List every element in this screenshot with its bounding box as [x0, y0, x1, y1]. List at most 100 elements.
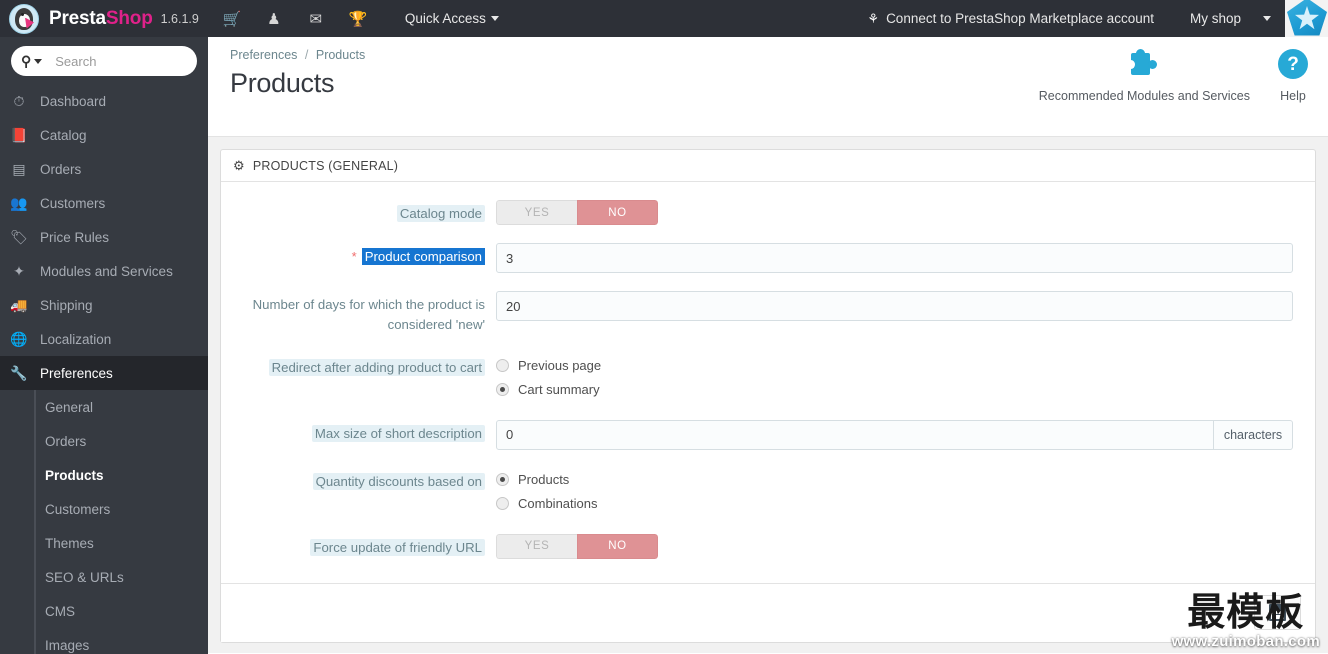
puzzle-piece-icon: [1127, 49, 1161, 79]
sidebar-subitem-products[interactable]: Products: [36, 458, 208, 492]
help-icon: ?: [1278, 49, 1308, 79]
employee-avatar[interactable]: [1285, 0, 1328, 37]
marketplace-icon: ⚘: [867, 10, 880, 26]
sidebar-item-dashboard[interactable]: ⏱ Dashboard: [0, 84, 208, 118]
force-friendly-url-control: YES NO: [496, 533, 1315, 559]
quantity-discounts-label: Quantity discounts based on: [312, 472, 485, 490]
sidebar-item-price-rules[interactable]: 🏷 Price Rules: [0, 220, 208, 254]
top-bar: PrestaShop 1.6.1.9 🛒 ♟ ✉ 🏆 Quick Access …: [0, 0, 1328, 37]
help-label: Help: [1280, 89, 1306, 103]
max-short-description-input-group: characters: [496, 419, 1293, 450]
breadcrumb-parent[interactable]: Preferences: [230, 48, 297, 62]
top-bar-right: ⚘ Connect to PrestaShop Marketplace acco…: [867, 0, 1328, 37]
new-days-input[interactable]: [496, 291, 1293, 321]
redirect-after-add-label: Redirect after adding product to cart: [268, 358, 485, 376]
trophy-icon[interactable]: 🏆: [349, 0, 368, 37]
radio-icon[interactable]: [496, 497, 509, 511]
max-short-description-input[interactable]: [496, 419, 1214, 450]
radio-icon-selected[interactable]: [496, 473, 509, 487]
sidebar-subitem-general[interactable]: General: [36, 390, 208, 424]
main-content: Preferences / Products Products Recommen…: [208, 37, 1328, 654]
required-field-marker: *: [351, 249, 357, 264]
radio-option-previous-page[interactable]: Previous page: [496, 354, 1293, 378]
radio-option-combinations[interactable]: Combinations: [496, 492, 1293, 516]
radio-icon[interactable]: [496, 359, 509, 373]
redirect-label-cell: Redirect after adding product to cart: [221, 354, 496, 402]
truck-icon: 🚚: [10, 296, 28, 313]
page-header: Preferences / Products Products Recommen…: [208, 37, 1328, 137]
catalog-mode-control: YES NO: [496, 200, 1315, 225]
radio-label: Products: [518, 472, 570, 488]
customers-icon[interactable]: ♟: [265, 0, 283, 37]
dashboard-icon: ⏱: [13, 92, 25, 109]
brand-shop: Shop: [105, 7, 153, 29]
sidebar-item-modules-and-services[interactable]: ✦ Modules and Services: [0, 254, 208, 288]
search-icon[interactable]: ⚲: [21, 53, 31, 70]
search-input[interactable]: [55, 53, 208, 69]
sidebar-subitem-orders[interactable]: Orders: [36, 424, 208, 458]
prestashop-logo[interactable]: [4, 0, 44, 37]
catalog-mode-toggle[interactable]: YES NO: [496, 200, 658, 225]
sidebar-item-label: Price Rules: [40, 229, 110, 245]
force-friendly-url-no-option[interactable]: NO: [577, 533, 658, 559]
sidebar-subitem-seo-and-urls[interactable]: SEO & URLs: [36, 560, 208, 594]
product-comparison-input[interactable]: [496, 243, 1293, 273]
sidebar-submenu: General Orders Products Customers Themes…: [34, 390, 208, 654]
price-tag-icon: 🏷: [10, 228, 28, 245]
marketplace-connect-link[interactable]: ⚘ Connect to PrestaShop Marketplace acco…: [867, 11, 1154, 27]
breadcrumb-separator: /: [304, 48, 309, 62]
save-button[interactable]: [1254, 594, 1301, 630]
sidebar-item-catalog[interactable]: 📕 Catalog: [0, 118, 208, 152]
search-type-chevron-down-icon[interactable]: [34, 58, 43, 64]
page-header-actions: Recommended Modules and Services ? Help: [1025, 49, 1322, 103]
panel-footer: [221, 582, 1315, 642]
radio-option-cart-summary[interactable]: Cart summary: [496, 378, 1293, 402]
sidebar-item-label: Shipping: [40, 297, 93, 313]
catalog-mode-no-option[interactable]: NO: [577, 200, 658, 225]
breadcrumb-current: Products: [315, 48, 366, 62]
panel-body: Catalog mode YES NO * Product comparison: [221, 182, 1315, 583]
sidebar-item-shipping[interactable]: 🚚 Shipping: [0, 288, 208, 322]
radio-label: Cart summary: [518, 382, 600, 398]
sidebar-item-label: Catalog: [40, 127, 87, 143]
brand-name: PrestaShop: [49, 8, 153, 30]
form-row-max-short-description: Max size of short description characters: [221, 419, 1315, 450]
mail-icon[interactable]: ✉: [307, 0, 325, 37]
form-row-new-days: Number of days for which the product is …: [221, 291, 1315, 336]
my-shop-chevron-down-icon[interactable]: [1263, 16, 1271, 21]
sidebar-subitem-themes[interactable]: Themes: [36, 526, 208, 560]
my-shop-link[interactable]: My shop: [1190, 11, 1241, 26]
force-friendly-url-label: Force update of friendly URL: [310, 538, 485, 556]
radio-icon-selected[interactable]: [496, 383, 509, 397]
sidebar-item-preferences[interactable]: 🔧 Preferences: [0, 356, 208, 390]
force-friendly-url-yes-option[interactable]: YES: [496, 533, 577, 559]
sidebar-subitem-customers[interactable]: Customers: [36, 492, 208, 526]
sidebar-item-customers[interactable]: 👥 Customers: [0, 186, 208, 220]
content-area: ⚙ PRODUCTS (GENERAL) Catalog mode YES NO: [208, 137, 1328, 653]
quantity-discounts-label-cell: Quantity discounts based on: [221, 468, 496, 516]
catalog-mode-yes-option[interactable]: YES: [496, 200, 577, 225]
products-general-panel: ⚙ PRODUCTS (GENERAL) Catalog mode YES NO: [220, 149, 1316, 643]
characters-addon: characters: [1214, 419, 1293, 450]
sidebar-subitem-images[interactable]: Images: [36, 628, 208, 654]
radio-option-products[interactable]: Products: [496, 468, 1293, 492]
force-friendly-url-toggle[interactable]: YES NO: [496, 533, 658, 559]
form-row-quantity-discounts: Quantity discounts based on Products Com…: [221, 468, 1315, 516]
product-comparison-label: Product comparison: [361, 248, 485, 265]
sidebar-subitem-cms[interactable]: CMS: [36, 594, 208, 628]
redirect-after-add-control: Previous page Cart summary: [496, 354, 1315, 402]
recommended-modules-label: Recommended Modules and Services: [1038, 89, 1250, 103]
sidebar-item-label: Dashboard: [40, 93, 107, 109]
new-days-control: [496, 291, 1315, 336]
cart-icon[interactable]: 🛒: [223, 0, 242, 37]
search-box[interactable]: ⚲: [11, 46, 208, 76]
save-icon: [1269, 603, 1286, 621]
sidebar-item-orders[interactable]: ▤ Orders: [0, 152, 208, 186]
quantity-discounts-control: Products Combinations: [496, 468, 1315, 516]
panel-header-title: PRODUCTS (GENERAL): [252, 158, 399, 173]
recommended-modules-button[interactable]: Recommended Modules and Services: [1025, 49, 1264, 103]
new-days-label-cell: Number of days for which the product is …: [221, 291, 496, 336]
quick-access-menu[interactable]: Quick Access: [405, 11, 499, 26]
sidebar-item-localization[interactable]: 🌐 Localization: [0, 322, 208, 356]
help-button[interactable]: ? Help: [1264, 49, 1322, 103]
